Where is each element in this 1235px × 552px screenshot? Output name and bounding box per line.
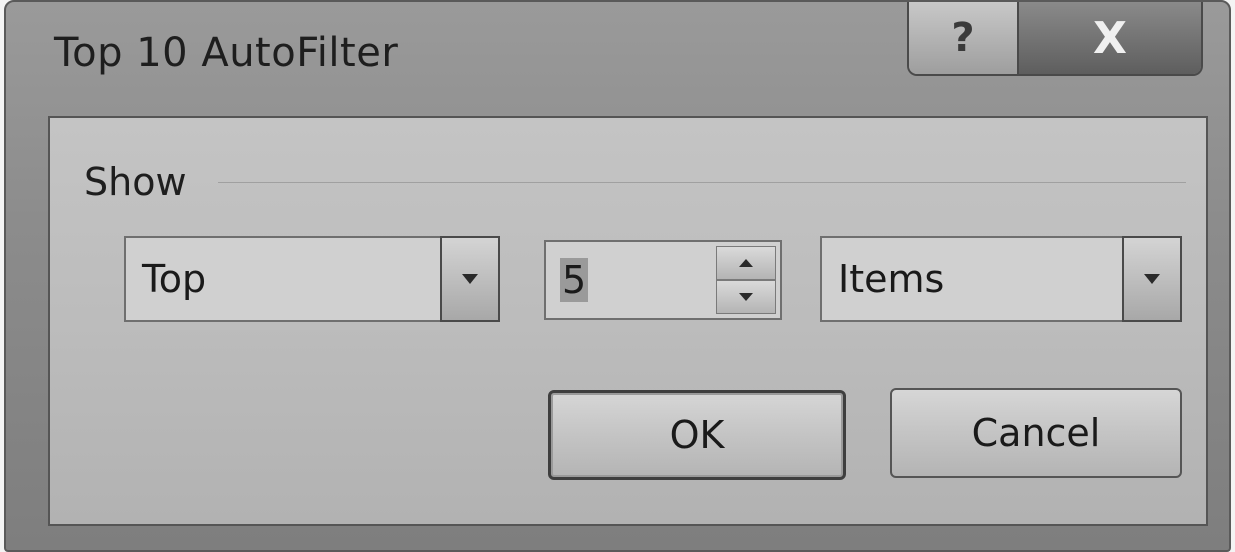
spin-up-button[interactable] (716, 246, 776, 280)
chevron-down-icon (462, 274, 478, 284)
top-bottom-dropdown[interactable]: Top (124, 236, 500, 322)
top-bottom-dropdown-button[interactable] (440, 236, 500, 322)
caption-buttons: ? X (907, 2, 1203, 76)
items-percent-dropdown-button[interactable] (1122, 236, 1182, 322)
arrow-up-icon (739, 259, 753, 267)
cancel-button[interactable]: Cancel (890, 388, 1182, 478)
chevron-down-icon (1144, 274, 1160, 284)
count-spinner[interactable]: 5 (544, 240, 782, 320)
help-button[interactable]: ? (909, 2, 1019, 74)
arrow-down-icon (739, 293, 753, 301)
spinner-arrows (716, 246, 776, 314)
count-value[interactable]: 5 (560, 258, 589, 302)
top10-autofilter-dialog: Top 10 AutoFilter ? X Show Top 5 Items O… (4, 0, 1231, 552)
group-divider (218, 182, 1186, 183)
dialog-title: Top 10 AutoFilter (54, 30, 399, 76)
ok-button[interactable]: OK (548, 390, 846, 480)
spin-down-button[interactable] (716, 280, 776, 314)
title-bar: Top 10 AutoFilter ? X (6, 2, 1229, 112)
items-percent-dropdown[interactable]: Items (820, 236, 1182, 322)
show-group-label: Show (84, 160, 187, 204)
top-bottom-value: Top (142, 257, 207, 301)
items-percent-value: Items (838, 257, 945, 301)
close-button[interactable]: X (1019, 2, 1201, 74)
dialog-body: Show Top 5 Items OK Cancel (48, 116, 1208, 526)
